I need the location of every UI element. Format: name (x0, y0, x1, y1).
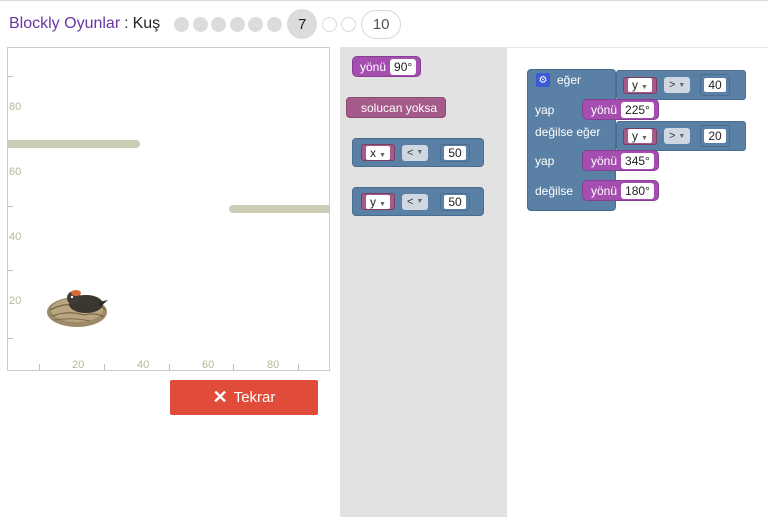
gear-icon[interactable]: ⚙ (536, 73, 550, 87)
x-tick (233, 364, 234, 370)
reset-button-label: Tekrar (233, 389, 276, 406)
operator-dropdown[interactable]: > ▼ (663, 128, 691, 144)
nest-with-bird-icon (47, 290, 108, 327)
x-axis-label: 40 (137, 359, 150, 371)
heading-value-field[interactable]: 345° (621, 152, 654, 169)
game-title: Kuş (132, 15, 161, 32)
y-tick (8, 270, 13, 271)
level-selector: 7 10 (174, 9, 402, 39)
variable-y-dropdown[interactable]: y ▼ (623, 76, 657, 94)
heading-block[interactable]: yönü 225° (582, 99, 659, 120)
operator-dropdown[interactable]: < ▼ (401, 144, 429, 161)
operator-dropdown[interactable]: > ▼ (663, 77, 691, 93)
level-2-dot[interactable] (192, 16, 208, 32)
toolbox-heading-block[interactable]: yönü 90° (352, 56, 422, 77)
level-6-dot[interactable] (266, 16, 282, 32)
heading-label: yönü (591, 183, 618, 198)
y-axis-label: 40 (9, 231, 22, 243)
else-label: değilse (535, 184, 574, 198)
x-tick (169, 364, 170, 370)
heading-block[interactable]: yönü 180° (582, 180, 659, 201)
y-tick (8, 338, 13, 339)
variable-y-dropdown[interactable]: y ▼ (623, 127, 657, 145)
heading-label: yönü (591, 102, 618, 117)
x-tick (39, 364, 40, 370)
no-worm-label: solucan yoksa (361, 100, 438, 115)
toolbox-compare-y-block[interactable]: y ▼ < ▼ 50 (352, 187, 484, 216)
current-level[interactable]: 7 (287, 9, 318, 39)
elseif-label: değilse eğer (535, 125, 601, 139)
level-4-dot[interactable] (229, 16, 245, 32)
x-axis-label: 20 (72, 359, 85, 371)
heading-value-field[interactable]: 225° (621, 101, 654, 118)
close-icon: ✕ (212, 387, 228, 407)
x-axis-label: 80 (267, 359, 280, 371)
top-divider (0, 0, 768, 1)
level-5-dot[interactable] (248, 16, 264, 32)
app-title-link[interactable]: Blockly Oyunlar (9, 15, 120, 33)
do-label: yap (535, 103, 555, 117)
condition-1-block[interactable]: y ▼ > ▼ 40 (616, 70, 746, 100)
y-tick (8, 76, 13, 77)
heading-value-field[interactable]: 90° (390, 58, 417, 75)
level-10[interactable]: 10 (361, 9, 402, 39)
y-axis-label: 60 (9, 166, 22, 178)
variable-y-dropdown[interactable]: y ▼ (361, 193, 395, 210)
wall-lower (229, 205, 329, 213)
variable-x-dropdown[interactable]: x ▼ (361, 144, 395, 161)
number-field[interactable]: 40 (700, 74, 730, 96)
number-field[interactable]: 50 (440, 192, 470, 211)
number-field[interactable]: 20 (700, 125, 730, 147)
level-1-dot[interactable] (174, 16, 190, 32)
number-field[interactable]: 50 (440, 143, 470, 162)
wall-upper (8, 140, 140, 148)
if-label: eğer (557, 73, 582, 87)
x-axis-label: 60 (202, 359, 215, 371)
toolbox-no-worm-block[interactable]: solucan yoksa (346, 97, 447, 118)
level-9-dot[interactable] (340, 16, 356, 32)
level-3-dot[interactable] (211, 16, 227, 32)
condition-2-block[interactable]: y ▼ > ▼ 20 (616, 121, 746, 151)
game-canvas: 80 60 40 20 20 40 60 80 (7, 47, 330, 371)
level-8-dot[interactable] (322, 16, 338, 32)
header: Blockly Oyunlar : Kuş 7 10 (9, 9, 402, 39)
operator-dropdown[interactable]: < ▼ (401, 193, 429, 210)
x-tick (298, 364, 299, 370)
toolbox-compare-x-block[interactable]: x ▼ < ▼ 50 (352, 138, 484, 167)
y-axis-label: 80 (9, 101, 22, 113)
do-label: yap (535, 154, 555, 168)
y-tick (8, 206, 13, 207)
heading-label: yönü (360, 59, 387, 74)
heading-value-field[interactable]: 180° (621, 182, 654, 199)
reset-button[interactable]: ✕ Tekrar (170, 380, 318, 415)
title-separator: : (124, 15, 129, 32)
x-tick (104, 364, 105, 370)
heading-block[interactable]: yönü 345° (582, 150, 659, 171)
y-axis-label: 20 (9, 295, 22, 307)
heading-label: yönü (591, 153, 618, 168)
